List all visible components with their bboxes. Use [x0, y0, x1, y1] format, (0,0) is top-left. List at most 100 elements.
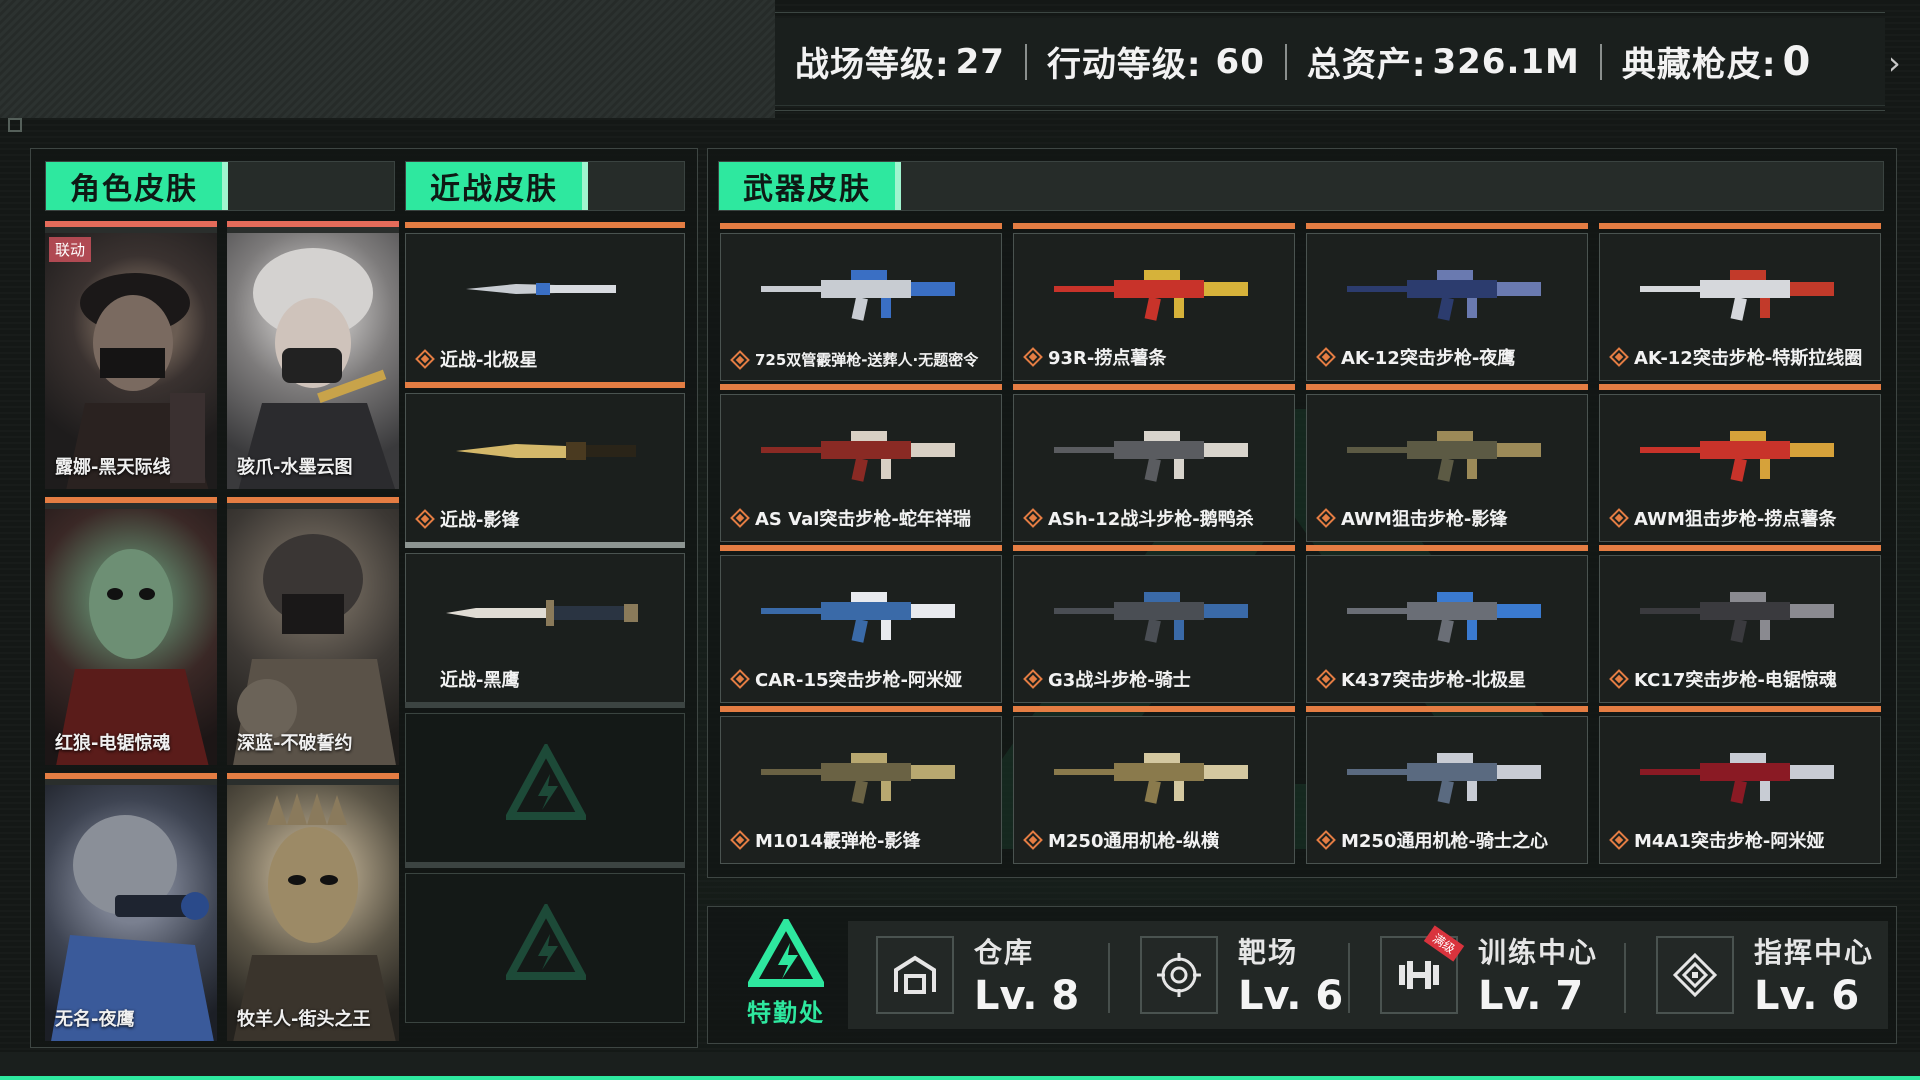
melee-skin-label: 近战-影锋: [440, 510, 520, 531]
weapon-image: [761, 270, 955, 321]
tab-melee-skins[interactable]: 近战皮肤: [405, 161, 685, 211]
rarity-bar: [1306, 223, 1588, 229]
weapon-skin-label: KC17突击步枪-电锯惊魂: [1634, 670, 1837, 691]
character-portrait: [45, 785, 217, 1041]
character-card[interactable]: 骇爪-水墨云图: [227, 221, 399, 489]
character-card[interactable]: 联动 露娜-黑天际线: [45, 221, 217, 489]
weapon-skin-card[interactable]: AK-12突击步枪-夜鹰: [1306, 223, 1588, 381]
facility-training-center[interactable]: 满级 训练中心 Lv. 7: [1380, 923, 1598, 1027]
weapon-skin-card[interactable]: KC17突击步枪-电锯惊魂: [1599, 545, 1881, 703]
operation-level: 行动等级: 60: [1027, 18, 1285, 105]
character-card[interactable]: 深蓝-不破誓约: [227, 497, 399, 765]
weapon-image: [1640, 592, 1834, 643]
rarity-bar: [405, 702, 685, 708]
weapon-skin-label: AK-12突击步枪-特斯拉线圈: [1634, 348, 1863, 369]
logo-icon: [506, 744, 586, 820]
rarity-icon: [730, 830, 750, 850]
tab-character-skins[interactable]: 角色皮肤: [45, 161, 395, 211]
weapon-skin-card[interactable]: AWM狙击步枪-影锋: [1306, 384, 1588, 542]
weapon-skin-card[interactable]: K437突击步枪-北极星: [1306, 545, 1588, 703]
weapon-skin-card[interactable]: 93R-捞点薯条: [1013, 223, 1295, 381]
rarity-icon: [1023, 508, 1043, 528]
melee-skin-name: 近战-黑鹰: [418, 666, 519, 692]
weapon-skin-card[interactable]: M250通用机枪-纵横: [1013, 706, 1295, 864]
character-card[interactable]: 牧羊人-街头之王: [227, 773, 399, 1041]
melee-skin-name: 近战-北极星: [415, 346, 538, 372]
left-panel: 角色皮肤 近战皮肤 联动 露娜-黑天际线 骇爪-水墨云图 红狼-电锯惊魂 深蓝-…: [30, 148, 698, 1048]
tab-character-label: 角色皮肤: [46, 162, 228, 210]
tab-weapon-skins[interactable]: 武器皮肤: [718, 161, 1884, 211]
rarity-bar: [720, 545, 1002, 551]
facility-level: Lv. 8: [974, 973, 1080, 1019]
character-portrait: [45, 233, 217, 489]
weapon-skin-card[interactable]: G3战斗步枪-骑士: [1013, 545, 1295, 703]
weapon-skin-name: 725双管霰弹枪-送葬人·无题密令: [730, 349, 978, 370]
weapon-skin-card[interactable]: M1014霰弹枪-影锋: [720, 706, 1002, 864]
knife-image: [456, 442, 636, 460]
rarity-icon: [1023, 347, 1043, 367]
facility-level: Lv. 6: [1754, 973, 1860, 1019]
melee-skin-label: 近战-黑鹰: [440, 670, 520, 691]
character-card[interactable]: 红狼-电锯惊魂: [45, 497, 217, 765]
weapon-skin-name: ASh-12战斗步枪-鹅鸭杀: [1023, 505, 1254, 531]
rarity-bar: [720, 223, 1002, 229]
melee-skin-card[interactable]: 近战-北极星: [405, 222, 685, 383]
facility-warehouse[interactable]: 仓库 Lv. 8: [876, 923, 1079, 1027]
weapon-image: [1347, 592, 1541, 643]
rarity-bar: [405, 222, 685, 228]
weapon-image: [1347, 753, 1541, 804]
operation-level-label: 行动等级:: [1046, 45, 1202, 85]
weapon-skin-card[interactable]: CAR-15突击步枪-阿米娅: [720, 545, 1002, 703]
weapon-image: [761, 431, 955, 482]
weapon-skin-label: ASh-12战斗步枪-鹅鸭杀: [1048, 509, 1254, 530]
character-portrait: [227, 785, 399, 1041]
weapon-skin-name: M250通用机枪-纵横: [1023, 827, 1219, 853]
weapon-skin-card[interactable]: M4A1突击步枪-阿米娅: [1599, 706, 1881, 864]
weapon-skin-label: CAR-15突击步枪-阿米娅: [755, 670, 962, 691]
weapon-image: [1054, 753, 1248, 804]
battlefield-level-label: 战场等级:: [795, 45, 950, 85]
character-portrait: [227, 233, 399, 489]
character-name: 骇爪-水墨云图: [237, 457, 353, 478]
weapon-skin-name: AS Val突击步枪-蛇年祥瑞: [730, 505, 971, 531]
empty-skin-slot: [405, 702, 685, 863]
weapon-skin-card[interactable]: AS Val突击步枪-蛇年祥瑞: [720, 384, 1002, 542]
weapon-skin-card[interactable]: AWM狙击步枪-捞点薯条: [1599, 384, 1881, 542]
battlefield-level-value: 27: [955, 41, 1005, 82]
melee-skin-label: 近战-北极星: [440, 350, 538, 371]
collection-skins-label: 典藏枪皮:: [1621, 45, 1777, 85]
rarity-icon: [1023, 830, 1043, 850]
battlefield-level: 战场等级: 27: [775, 18, 1025, 105]
character-card[interactable]: 无名-夜鹰: [45, 773, 217, 1041]
weapon-skin-card[interactable]: 725双管霰弹枪-送葬人·无题密令: [720, 223, 1002, 381]
weapon-skin-card[interactable]: M250通用机枪-骑士之心: [1306, 706, 1588, 864]
facility-range[interactable]: 靶场 Lv. 6: [1140, 923, 1343, 1027]
collab-badge: 联动: [49, 237, 92, 262]
weapon-skin-name: AWM狙击步枪-影锋: [1316, 505, 1507, 531]
melee-skin-card[interactable]: 近战-黑鹰: [405, 542, 685, 703]
stats-bar: 战场等级: 27 行动等级: 60 总资产: 326.1M 典藏枪皮: 0: [775, 18, 1885, 106]
rarity-bar: [1013, 706, 1295, 712]
footer-strip: [0, 1052, 1920, 1076]
rarity-icon: [1609, 669, 1629, 689]
header-strip: [0, 0, 775, 132]
tab-melee-label: 近战皮肤: [406, 162, 588, 210]
special-ops-logo[interactable]: 特勤处: [730, 919, 842, 1031]
character-name: 无名-夜鹰: [55, 1009, 135, 1030]
rarity-icon: [1609, 830, 1629, 850]
facility-command-center[interactable]: 指挥中心 Lv. 6: [1656, 923, 1874, 1027]
chevron-right-icon[interactable]: ›: [1888, 44, 1901, 82]
total-assets-value: 326.1M: [1432, 41, 1580, 82]
weapon-skin-label: AS Val突击步枪-蛇年祥瑞: [755, 509, 971, 530]
rarity-bar: [1013, 384, 1295, 390]
melee-skin-card[interactable]: 近战-影锋: [405, 382, 685, 543]
rarity-icon: [730, 669, 750, 689]
divider: [775, 110, 1885, 111]
weapon-skin-card[interactable]: ASh-12战斗步枪-鹅鸭杀: [1013, 384, 1295, 542]
weapon-skin-card[interactable]: AK-12突击步枪-特斯拉线圈: [1599, 223, 1881, 381]
rarity-bar: [405, 382, 685, 388]
facility-name: 指挥中心: [1754, 936, 1875, 969]
weapon-skin-label: AK-12突击步枪-夜鹰: [1341, 348, 1516, 369]
facility-name: 靶场: [1238, 936, 1299, 969]
dumbbell-icon: 满级: [1380, 925, 1465, 1014]
